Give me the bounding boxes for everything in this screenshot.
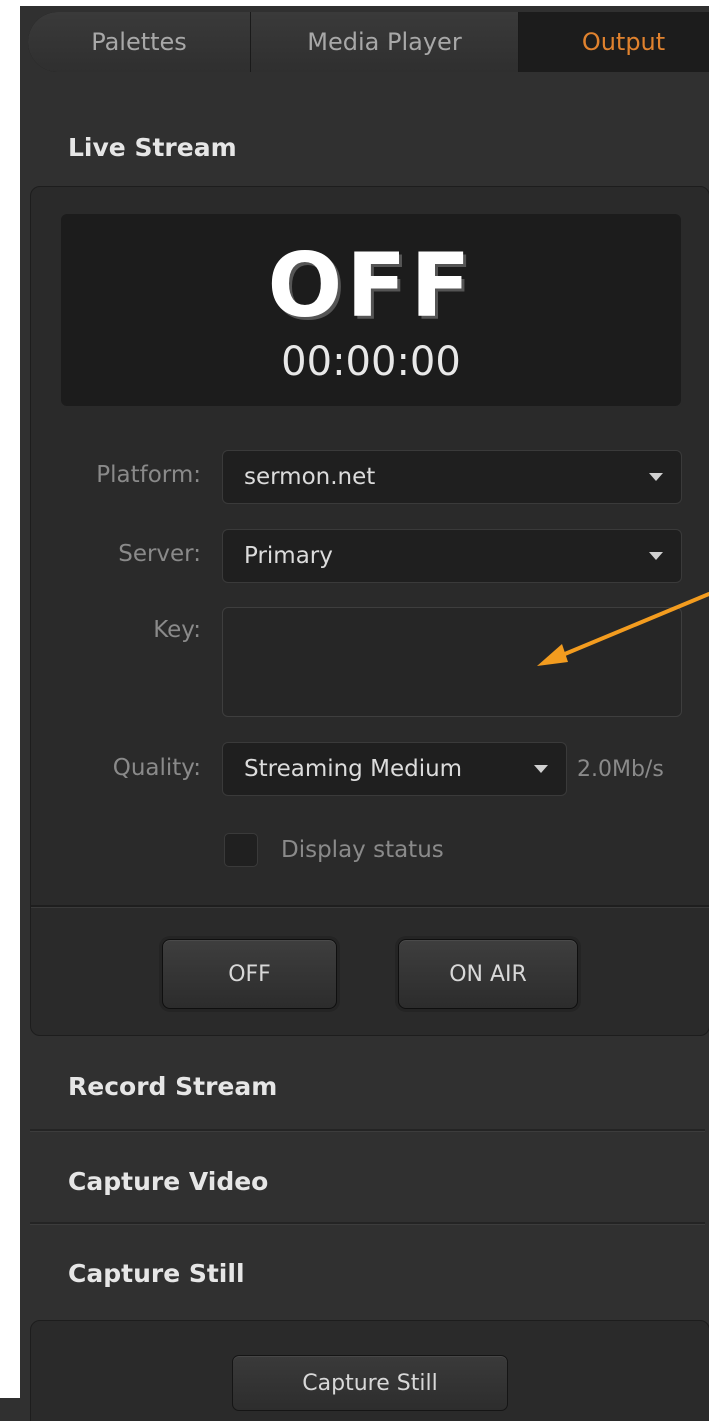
quality-value: Streaming Medium xyxy=(244,756,463,782)
chevron-down-icon xyxy=(649,552,663,560)
key-label: Key: xyxy=(153,617,201,643)
live-stream-divider xyxy=(31,905,709,908)
capture-still-box: Capture Still xyxy=(30,1320,709,1421)
server-select[interactable]: Primary xyxy=(222,529,682,583)
platform-select[interactable]: sermon.net xyxy=(222,450,682,504)
stream-timer: 00:00:00 xyxy=(281,339,461,385)
quality-select[interactable]: Streaming Medium xyxy=(222,742,567,796)
capture-still-button[interactable]: Capture Still xyxy=(232,1355,508,1411)
platform-label: Platform: xyxy=(96,462,201,488)
tab-output[interactable]: Output xyxy=(519,12,709,72)
off-button[interactable]: OFF xyxy=(162,939,337,1009)
server-value: Primary xyxy=(244,543,333,569)
capture-still-header[interactable]: Capture Still xyxy=(68,1259,245,1288)
stream-status-display: OFF 00:00:00 xyxy=(61,214,681,406)
live-stream-header[interactable]: Live Stream xyxy=(68,133,237,162)
section-divider xyxy=(30,1129,705,1132)
tab-palettes[interactable]: Palettes xyxy=(28,12,251,72)
tab-bar: Palettes Media Player Output xyxy=(28,12,709,72)
capture-video-header[interactable]: Capture Video xyxy=(68,1167,268,1196)
record-stream-header[interactable]: Record Stream xyxy=(68,1072,277,1101)
output-panel: Palettes Media Player Output Live Stream… xyxy=(20,6,709,1421)
quality-label: Quality: xyxy=(112,755,201,781)
key-input[interactable] xyxy=(222,607,682,717)
section-divider xyxy=(30,1222,705,1225)
display-status-checkbox[interactable] xyxy=(224,833,258,867)
left-bottom-strip xyxy=(0,1398,20,1421)
display-status-label: Display status xyxy=(281,837,444,863)
on-air-button[interactable]: ON AIR xyxy=(398,939,578,1009)
stream-status-text: OFF xyxy=(267,234,475,337)
server-label: Server: xyxy=(118,541,201,567)
live-stream-box: OFF 00:00:00 Platform: sermon.net Server… xyxy=(30,186,709,1036)
bitrate-readout: 2.0Mb/s xyxy=(577,757,664,782)
tab-media-player[interactable]: Media Player xyxy=(251,12,519,72)
chevron-down-icon xyxy=(534,765,548,773)
chevron-down-icon xyxy=(649,473,663,481)
platform-value: sermon.net xyxy=(244,464,376,490)
